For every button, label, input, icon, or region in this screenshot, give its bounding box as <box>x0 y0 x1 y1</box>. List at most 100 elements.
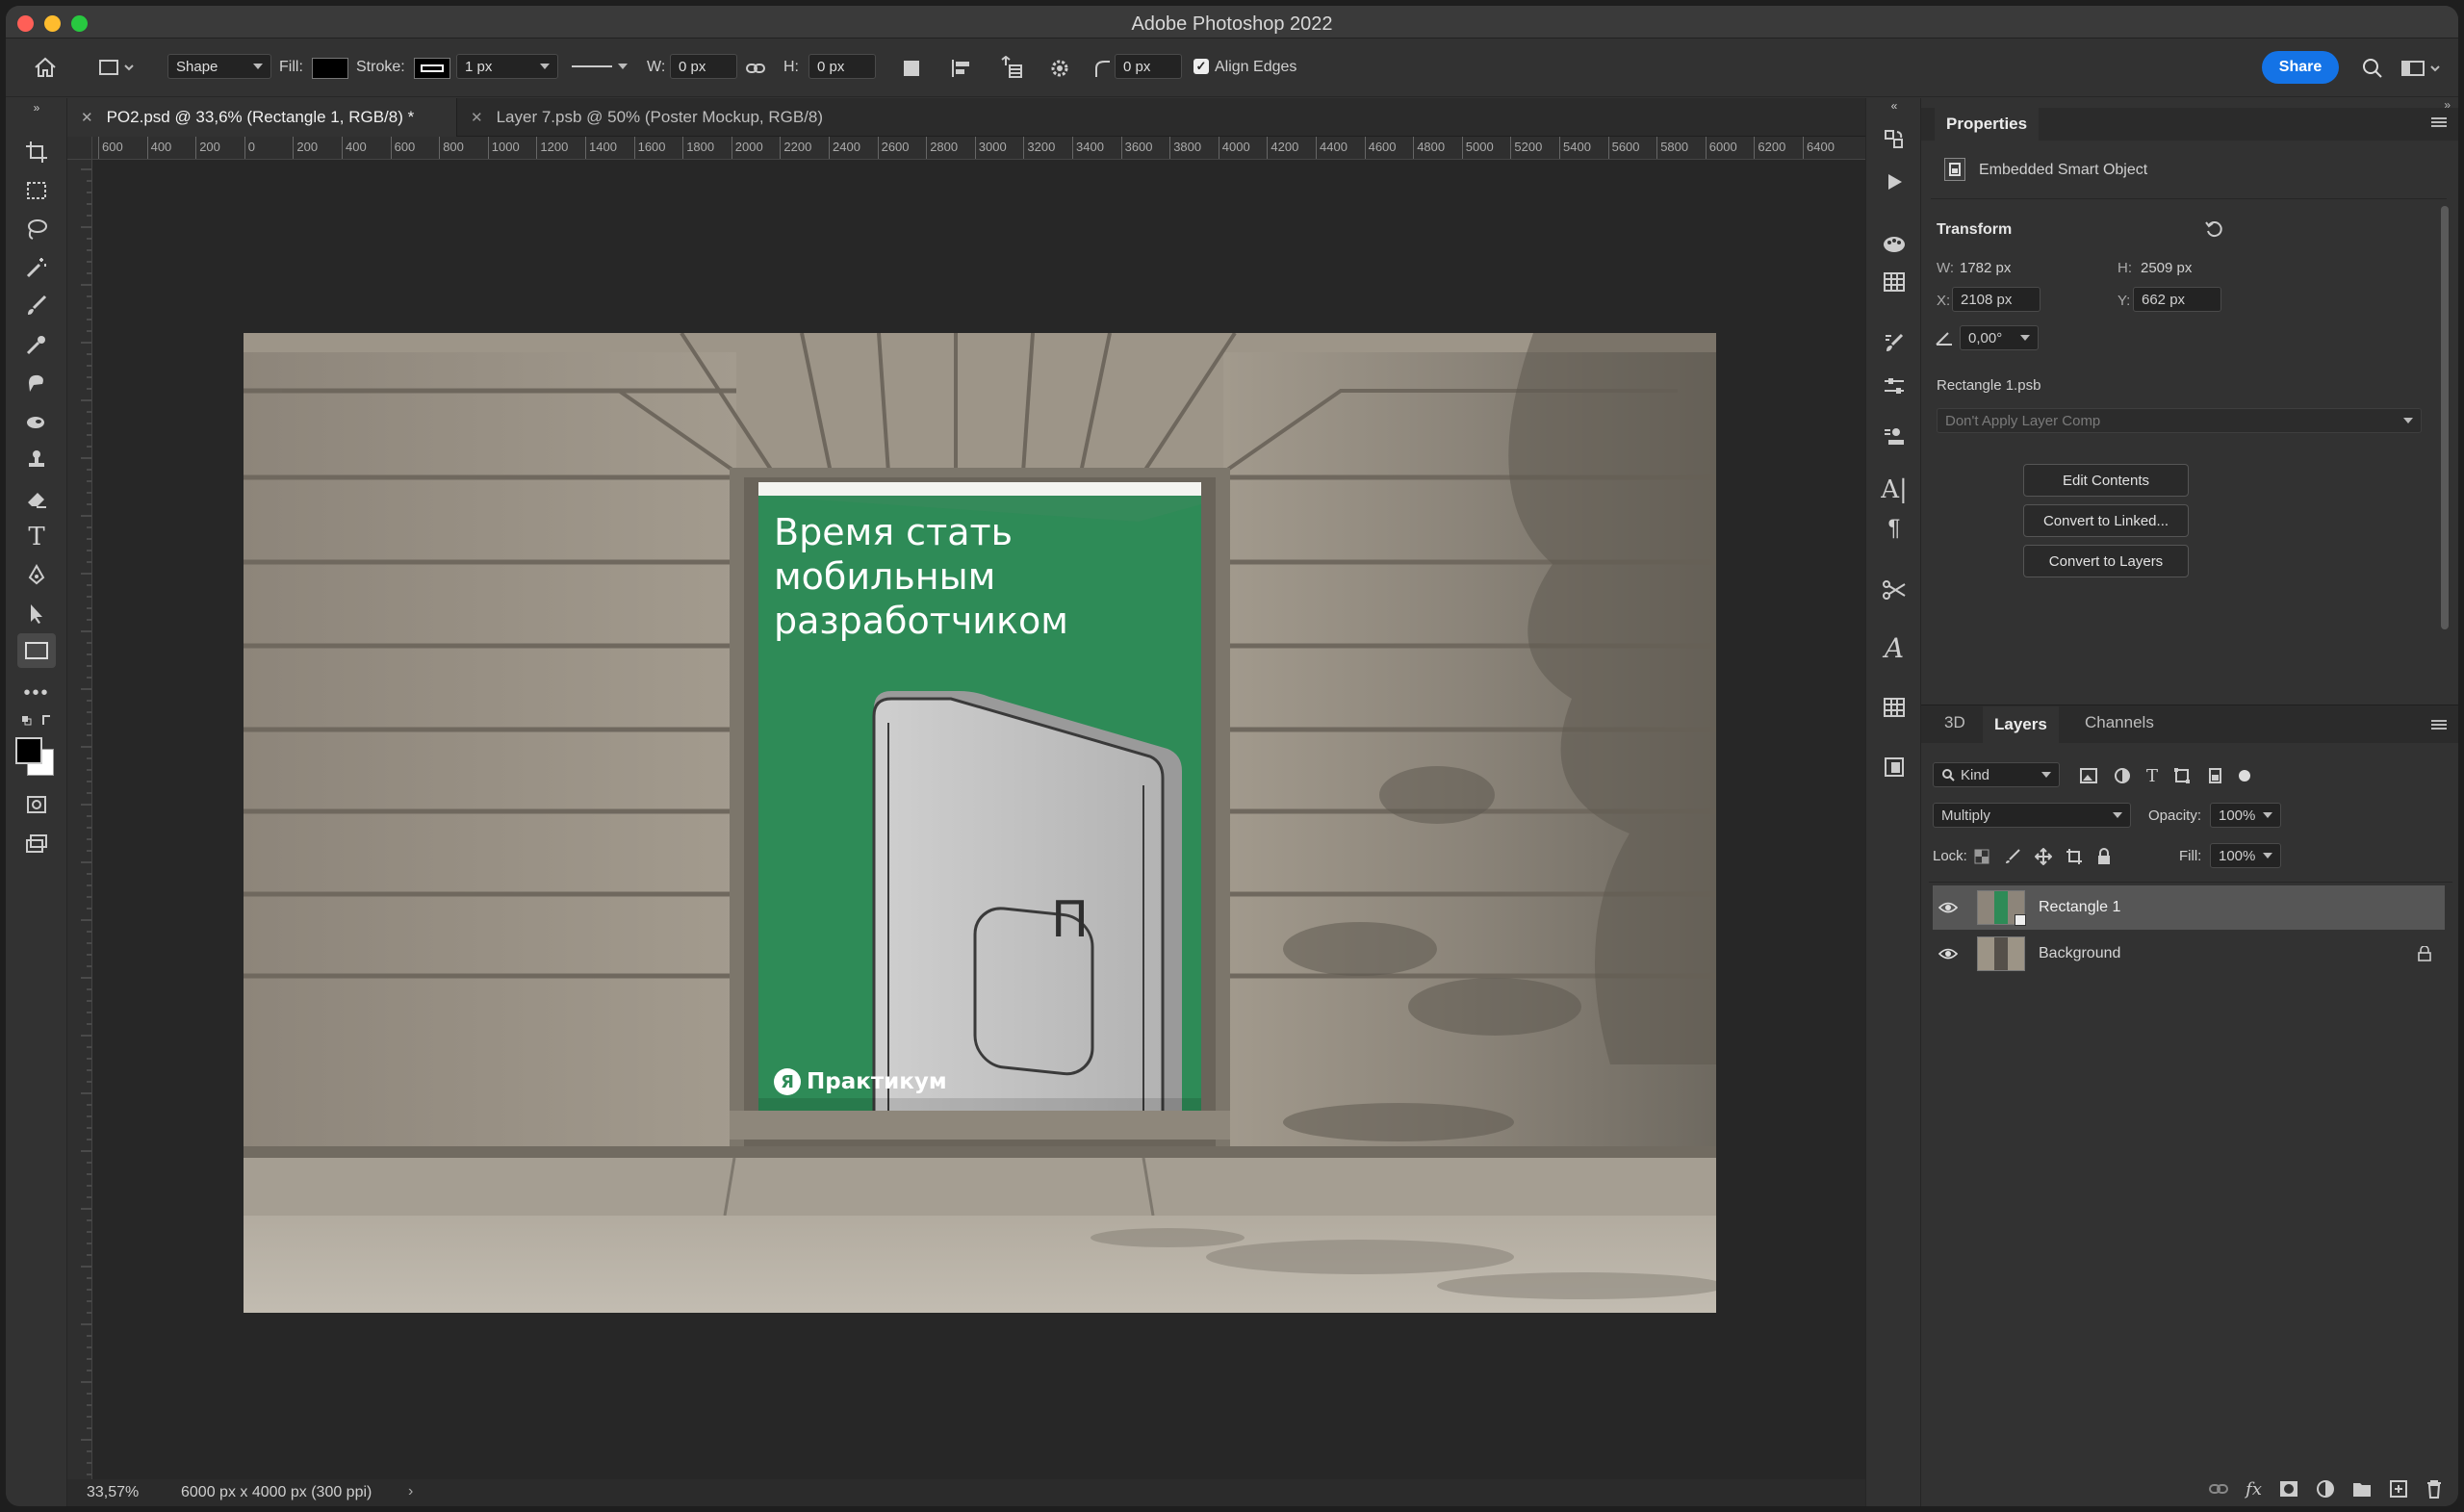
reset-transform-icon[interactable] <box>2204 219 2225 241</box>
quick-mask-icon[interactable] <box>17 787 56 822</box>
stroke-swatch[interactable] <box>414 58 450 79</box>
document-canvas[interactable]: Время стать мобильным разработчиком П Я … <box>244 333 1716 1313</box>
search-icon[interactable] <box>2358 55 2387 82</box>
tab-po2[interactable]: ✕ PO2.psd @ 33,6% (Rectangle 1, RGB/8) * <box>67 98 456 137</box>
stamp-tool-icon[interactable] <box>17 443 56 477</box>
fill-field[interactable]: 100% <box>2210 843 2281 868</box>
layer-style-fx-icon[interactable]: fx <box>2246 1479 2262 1499</box>
panel-menu-icon[interactable] <box>2431 115 2447 134</box>
shape-mode-select[interactable]: Shape <box>167 54 271 79</box>
clone-source-icon[interactable] <box>1878 422 1911 454</box>
character-panel-icon[interactable]: A| <box>1878 474 1911 506</box>
filter-adjustment-icon[interactable] <box>2114 767 2131 784</box>
close-tab-icon[interactable]: ✕ <box>81 109 93 126</box>
properties-scrollbar-thumb[interactable] <box>2441 206 2449 629</box>
rectangle-tool-icon[interactable] <box>17 633 56 668</box>
lock-position-icon[interactable] <box>2035 848 2052 865</box>
tab-layers[interactable]: Layers <box>1983 706 2059 743</box>
tab-properties[interactable]: Properties <box>1935 108 2040 141</box>
tab-channels[interactable]: Channels <box>2073 706 2166 739</box>
more-tools-icon[interactable]: ••• <box>17 676 56 710</box>
collapse-toolbox-icon[interactable]: » <box>17 98 56 117</box>
tab-3d[interactable]: 3D <box>1933 706 1977 739</box>
eyedropper-tool-icon[interactable] <box>17 327 56 362</box>
marquee-tool-icon[interactable] <box>17 173 56 208</box>
h-value[interactable]: 2509 px <box>2141 260 2192 276</box>
layer-row-background[interactable]: Background <box>1933 932 2445 976</box>
tool-presets-scissors-icon[interactable] <box>1878 574 1911 606</box>
y-field[interactable]: 662 px <box>2133 287 2221 312</box>
new-group-folder-icon[interactable] <box>2352 1480 2372 1498</box>
fill-swatch[interactable] <box>312 58 348 79</box>
filter-shape-icon[interactable] <box>2173 767 2191 784</box>
layer-comp-select[interactable]: Don't Apply Layer Comp <box>1937 408 2422 433</box>
path-alignment-icon[interactable] <box>949 57 974 80</box>
filter-toggle-icon[interactable] <box>2239 770 2251 782</box>
brush-tool-icon[interactable] <box>17 289 56 323</box>
adjustment-layer-icon[interactable] <box>2316 1479 2335 1499</box>
home-icon[interactable] <box>31 53 60 82</box>
opacity-field[interactable]: 100% <box>2210 803 2281 828</box>
share-button[interactable]: Share <box>2262 51 2339 84</box>
layer-filter-kind[interactable]: Kind <box>1933 762 2060 787</box>
zoom-level[interactable]: 33,57% <box>87 1484 139 1501</box>
color-palette-icon[interactable] <box>1878 227 1911 260</box>
lock-all-icon[interactable] <box>2096 848 2112 865</box>
chevron-right-icon[interactable]: › <box>408 1483 413 1500</box>
convert-to-linked-button[interactable]: Convert to Linked... <box>2023 504 2189 537</box>
link-layers-icon[interactable] <box>2209 1483 2229 1495</box>
blend-mode-select[interactable]: Multiply <box>1933 803 2131 828</box>
close-tab-icon[interactable]: ✕ <box>471 109 483 126</box>
layer-name[interactable]: Rectangle 1 <box>2039 899 2120 916</box>
lock-transparent-pixels-icon[interactable] <box>1973 848 1990 865</box>
magic-wand-tool-icon[interactable] <box>17 250 56 285</box>
table-panel-icon[interactable] <box>1878 691 1911 724</box>
paragraph-panel-icon[interactable]: ¶ <box>1878 512 1911 545</box>
properties-scrollbar[interactable] <box>2441 206 2449 629</box>
play-actions-icon[interactable] <box>1878 166 1911 198</box>
x-field[interactable]: 2108 px <box>1952 287 2040 312</box>
corner-radius-field[interactable]: 0 px <box>1115 54 1182 79</box>
lasso-tool-icon[interactable] <box>17 212 56 246</box>
eye-icon[interactable] <box>1938 947 1958 961</box>
tool-preset-picker[interactable] <box>94 53 141 82</box>
lock-artboard-icon[interactable] <box>2066 848 2083 865</box>
brush-settings-icon[interactable] <box>1878 327 1911 360</box>
tab-layer7[interactable]: ✕ Layer 7.psb @ 50% (Poster Mockup, RGB/… <box>456 98 914 137</box>
layer-row-rectangle-1[interactable]: Rectangle 1 <box>1933 885 2445 930</box>
gear-icon[interactable] <box>1047 57 1072 80</box>
device-preview-icon[interactable] <box>1878 751 1911 783</box>
w-value[interactable]: 1782 px <box>1960 260 2011 276</box>
path-selection-tool-icon[interactable] <box>17 597 56 631</box>
adjustments-sliders-icon[interactable] <box>1878 370 1911 402</box>
swatches-grid-icon[interactable] <box>1878 266 1911 298</box>
eye-icon[interactable] <box>1938 901 1958 914</box>
horizontal-ruler[interactable]: 600 400 200 0 200 400 600 800 1000 1200 1400 1600 18… <box>92 137 1865 160</box>
stroke-width-field[interactable]: 1 px <box>456 54 558 79</box>
filter-type-icon[interactable]: T <box>2146 766 2158 786</box>
workspace-switcher-icon[interactable] <box>2399 55 2445 82</box>
align-edges-checkbox[interactable]: ✓ <box>1194 59 1209 74</box>
add-mask-icon[interactable] <box>2279 1480 2298 1498</box>
convert-to-layers-button[interactable]: Convert to Layers <box>2023 545 2189 577</box>
expand-panels-icon[interactable]: « <box>1878 98 1911 114</box>
swap-colors-icon[interactable] <box>17 710 56 730</box>
path-arrangement-icon[interactable] <box>997 55 1026 82</box>
path-operations-icon[interactable] <box>899 57 924 80</box>
filter-smart-object-icon[interactable] <box>2206 767 2223 784</box>
layer-name[interactable]: Background <box>2039 945 2120 962</box>
foreground-color-swatch[interactable] <box>15 737 42 764</box>
ruler-origin[interactable] <box>67 137 92 160</box>
lock-icon[interactable] <box>2418 946 2431 961</box>
healing-brush-tool-icon[interactable] <box>17 366 56 400</box>
layers-panel-menu-icon[interactable] <box>2431 718 2447 736</box>
trash-icon[interactable] <box>2426 1479 2443 1499</box>
crop-tool-icon[interactable] <box>17 135 56 169</box>
history-icon[interactable] <box>1878 123 1911 156</box>
link-icon[interactable] <box>745 59 766 78</box>
filter-pixel-icon[interactable] <box>2079 767 2098 784</box>
pen-tool-icon[interactable] <box>17 558 56 593</box>
edit-contents-button[interactable]: Edit Contents <box>2023 464 2189 497</box>
new-layer-icon[interactable] <box>2389 1479 2408 1499</box>
screen-mode-icon[interactable] <box>17 826 56 860</box>
